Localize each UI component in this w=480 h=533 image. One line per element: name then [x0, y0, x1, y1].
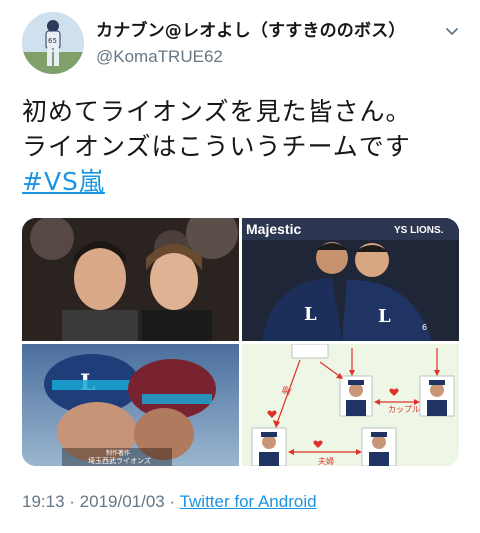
- photo-2[interactable]: Majestic YS LIONS. L L 6: [242, 218, 459, 341]
- avatar[interactable]: 65: [22, 12, 84, 74]
- photo-3[interactable]: L 制作著作 埼玉西武ライオンズ: [22, 344, 239, 466]
- hashtag-link[interactable]: #VS嵐: [22, 167, 105, 196]
- display-name[interactable]: カナブン@レオよし（すすきののボス）: [96, 16, 406, 41]
- tweet-time: 19:13: [22, 492, 65, 511]
- svg-text:L: L: [304, 304, 317, 325]
- separator: ·: [164, 492, 180, 511]
- source-link[interactable]: Twitter for Android: [180, 492, 317, 511]
- media-grid: Majestic YS LIONS. L L 6 L: [22, 218, 459, 466]
- svg-text:L: L: [378, 306, 391, 327]
- tweet-text: 初めてライオンズを見た皆さん。 ライオンズはこういうチームです #VS嵐: [22, 94, 462, 199]
- photo-4-diagram[interactable]: カップル 夫婦 愛: [242, 344, 459, 466]
- photo3-caption-1: 制作著作: [106, 449, 130, 457]
- photo-1[interactable]: [22, 218, 239, 341]
- tweet-header: 65 カナブン@レオよし（すすきののボス） @KomaTRUE62: [22, 12, 462, 76]
- svg-text:6: 6: [422, 323, 427, 332]
- user-handle[interactable]: @KomaTRUE62: [96, 47, 406, 67]
- banner-text-right: YS LIONS.: [394, 225, 444, 236]
- diagram-label-married: 夫婦: [318, 456, 334, 466]
- banner-text-left: Majestic: [246, 221, 301, 237]
- chevron-down-icon[interactable]: [444, 24, 460, 40]
- tweet-date: 2019/01/03: [79, 492, 165, 511]
- tweet-line-2: ライオンズはこういうチームです: [22, 132, 411, 161]
- tweet-line-1: 初めてライオンズを見た皆さん。: [22, 97, 412, 126]
- diagram-label-couple: カップル: [388, 405, 420, 414]
- tweet-footer: 19:13 · 2019/01/03 · Twitter for Android: [22, 492, 317, 512]
- svg-text:65: 65: [48, 37, 57, 45]
- photo3-caption-2: 埼玉西武ライオンズ: [88, 456, 151, 465]
- separator: ·: [64, 492, 80, 511]
